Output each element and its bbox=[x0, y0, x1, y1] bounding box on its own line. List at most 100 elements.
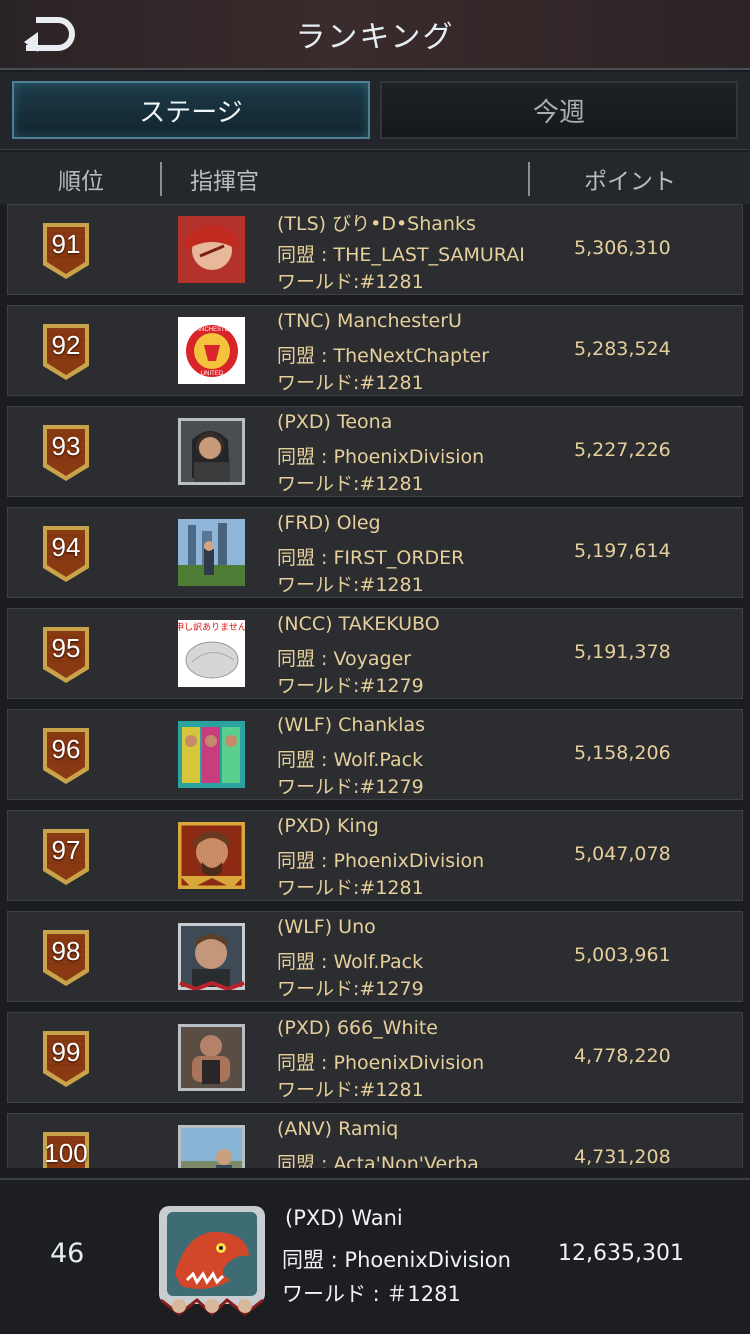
avatar-image bbox=[178, 418, 245, 485]
my-points: 12,635,301 bbox=[558, 1241, 684, 1266]
ranking-row[interactable]: 93 (PXD) Teona 同盟 : PhoenixDivision ワールド:#1… bbox=[7, 406, 743, 497]
player-alliance: 同盟 : FIRST_ORDER bbox=[277, 547, 465, 569]
player-alliance: 同盟 : THE_LAST_SAMURAI bbox=[277, 244, 525, 266]
ranking-row[interactable]: 99 (PXD) 666_White 同盟 : PhoenixDivision ワール… bbox=[7, 1012, 743, 1103]
player-points: 5,283,524 bbox=[574, 338, 671, 360]
player-avatar[interactable] bbox=[178, 1125, 245, 1168]
player-avatar[interactable] bbox=[178, 1024, 245, 1091]
column-divider bbox=[160, 162, 162, 196]
player-name: (ANV) Ramiq bbox=[277, 1118, 399, 1140]
player-world: ワールド:#1279 bbox=[277, 776, 424, 798]
column-header: 順位 指揮官 ポイント bbox=[0, 152, 750, 204]
ranking-row[interactable]: 100 (ANV) Ramiq 同盟 : Acta'Non'Verba 4,731,2… bbox=[7, 1113, 743, 1168]
svg-text:申し訳ありません: 申し訳ありません bbox=[178, 621, 245, 633]
player-world: ワールド:#1281 bbox=[277, 877, 424, 899]
ranking-row[interactable]: 94 (FRD) Oleg 同盟 : FIRST_ORDER ワールド:#1281 5,… bbox=[7, 507, 743, 598]
player-avatar[interactable] bbox=[178, 822, 245, 889]
player-alliance: 同盟 : Voyager bbox=[277, 648, 412, 670]
player-avatar[interactable]: MANCHESTER UNITED bbox=[178, 317, 245, 384]
rank-badge: 93 bbox=[41, 423, 91, 483]
player-name: (TLS) びり•D•Shanks bbox=[277, 213, 476, 235]
rank-number: 96 bbox=[51, 734, 81, 764]
rank-badge: 94 bbox=[41, 524, 91, 584]
rank-badge: 100 bbox=[41, 1130, 91, 1168]
player-name: (FRD) Oleg bbox=[277, 512, 381, 534]
rank-number: 100 bbox=[44, 1138, 88, 1168]
player-world: ワールド:#1281 bbox=[277, 574, 424, 596]
avatar-image bbox=[178, 1125, 245, 1168]
player-points: 4,731,208 bbox=[574, 1146, 671, 1168]
rank-badge: 97 bbox=[41, 827, 91, 887]
rank-badge: 98 bbox=[41, 928, 91, 988]
rank-number: 93 bbox=[51, 431, 81, 461]
player-points: 5,191,378 bbox=[574, 641, 671, 663]
avatar-image bbox=[178, 519, 245, 586]
my-alliance: 同盟 : PhoenixDivision bbox=[282, 1248, 511, 1272]
player-points: 4,778,220 bbox=[574, 1045, 671, 1067]
player-points: 5,227,226 bbox=[574, 439, 671, 461]
player-name: (WLF) Chanklas bbox=[277, 714, 425, 736]
ranking-row[interactable]: 92 MANCHESTER UNITED (TNC) ManchesterU 同盟 : … bbox=[7, 305, 743, 396]
rank-badge: 99 bbox=[41, 1029, 91, 1089]
player-world: ワールド:#1281 bbox=[277, 1079, 424, 1101]
player-world: ワールド:#1281 bbox=[277, 473, 424, 495]
player-alliance: 同盟 : PhoenixDivision bbox=[277, 850, 485, 872]
player-points: 5,047,078 bbox=[574, 843, 671, 865]
ranking-row[interactable]: 98 (WLF) Uno 同盟 : Wolf.Pack ワールド:#1279 5,003… bbox=[7, 911, 743, 1002]
avatar-image bbox=[178, 216, 245, 283]
tab-this-week[interactable]: 今週 bbox=[380, 81, 738, 139]
svg-text:MANCHESTER: MANCHESTER bbox=[191, 327, 234, 333]
my-avatar[interactable] bbox=[157, 1204, 267, 1317]
player-avatar[interactable] bbox=[178, 418, 245, 485]
ranking-row[interactable]: 97 (PXD) King 同盟 : PhoenixDivision ワールド:#12… bbox=[7, 810, 743, 901]
player-points: 5,003,961 bbox=[574, 944, 671, 966]
column-divider bbox=[528, 162, 530, 196]
avatar-image bbox=[178, 721, 245, 788]
player-points: 5,306,310 bbox=[574, 237, 671, 259]
column-rank: 順位 bbox=[58, 169, 104, 195]
player-points: 5,158,206 bbox=[574, 742, 671, 764]
page-title: ランキング bbox=[295, 20, 455, 55]
player-name: (PXD) 666_White bbox=[277, 1017, 438, 1039]
rank-number: 98 bbox=[51, 936, 81, 966]
player-alliance: 同盟 : Wolf.Pack bbox=[277, 951, 424, 973]
player-alliance: 同盟 : PhoenixDivision bbox=[277, 446, 485, 468]
ranking-list[interactable]: 91 (TLS) びり•D•Shanks 同盟 : THE_LAST_SAMURAI… bbox=[0, 204, 750, 1168]
my-world: ワールド : ＃1281 bbox=[282, 1282, 461, 1306]
rank-number: 92 bbox=[51, 330, 81, 360]
ranking-row[interactable]: 96 (WLF) Chanklas 同盟 : Wolf.Pack ワールド:#1279… bbox=[7, 709, 743, 800]
player-name: (PXD) Teona bbox=[277, 411, 393, 433]
column-points: ポイント bbox=[584, 169, 676, 195]
rank-badge: 96 bbox=[41, 726, 91, 786]
player-avatar[interactable] bbox=[178, 519, 245, 586]
header-bar: ランキング bbox=[0, 0, 750, 70]
rank-badge: 91 bbox=[41, 221, 91, 281]
tab-stage[interactable]: ステージ bbox=[12, 81, 370, 139]
rank-number: 94 bbox=[51, 532, 81, 562]
column-commander: 指揮官 bbox=[190, 169, 259, 195]
player-avatar[interactable] bbox=[178, 721, 245, 788]
avatar-image bbox=[178, 822, 245, 889]
player-alliance: 同盟 : Acta'Non'Verba bbox=[277, 1153, 479, 1168]
player-alliance: 同盟 : PhoenixDivision bbox=[277, 1052, 485, 1074]
ranking-row[interactable]: 91 (TLS) びり•D•Shanks 同盟 : THE_LAST_SAMURAI… bbox=[7, 204, 743, 295]
player-points: 5,197,614 bbox=[574, 540, 671, 562]
rank-badge: 95 bbox=[41, 625, 91, 685]
my-rank: 46 bbox=[50, 1238, 85, 1269]
player-name: (NCC) TAKEKUBO bbox=[277, 613, 440, 635]
player-avatar[interactable]: 申し訳ありません bbox=[178, 620, 245, 687]
my-name: (PXD) Wani bbox=[285, 1206, 403, 1230]
player-world: ワールド:#1279 bbox=[277, 978, 424, 1000]
player-avatar[interactable] bbox=[178, 216, 245, 283]
player-world: ワールド:#1279 bbox=[277, 675, 424, 697]
tab-bar: ステージ 今週 bbox=[0, 72, 750, 150]
player-world: ワールド:#1281 bbox=[277, 271, 424, 293]
player-name: (PXD) King bbox=[277, 815, 379, 837]
player-world: ワールド:#1281 bbox=[277, 372, 424, 394]
rank-number: 91 bbox=[51, 229, 81, 259]
player-name: (TNC) ManchesterU bbox=[277, 310, 462, 332]
rank-number: 97 bbox=[51, 835, 81, 865]
ranking-row[interactable]: 95 申し訳ありません (NCC) TAKEKUBO 同盟 : Voyager ワールド… bbox=[7, 608, 743, 699]
player-avatar[interactable] bbox=[178, 923, 245, 990]
avatar-image bbox=[178, 923, 245, 990]
